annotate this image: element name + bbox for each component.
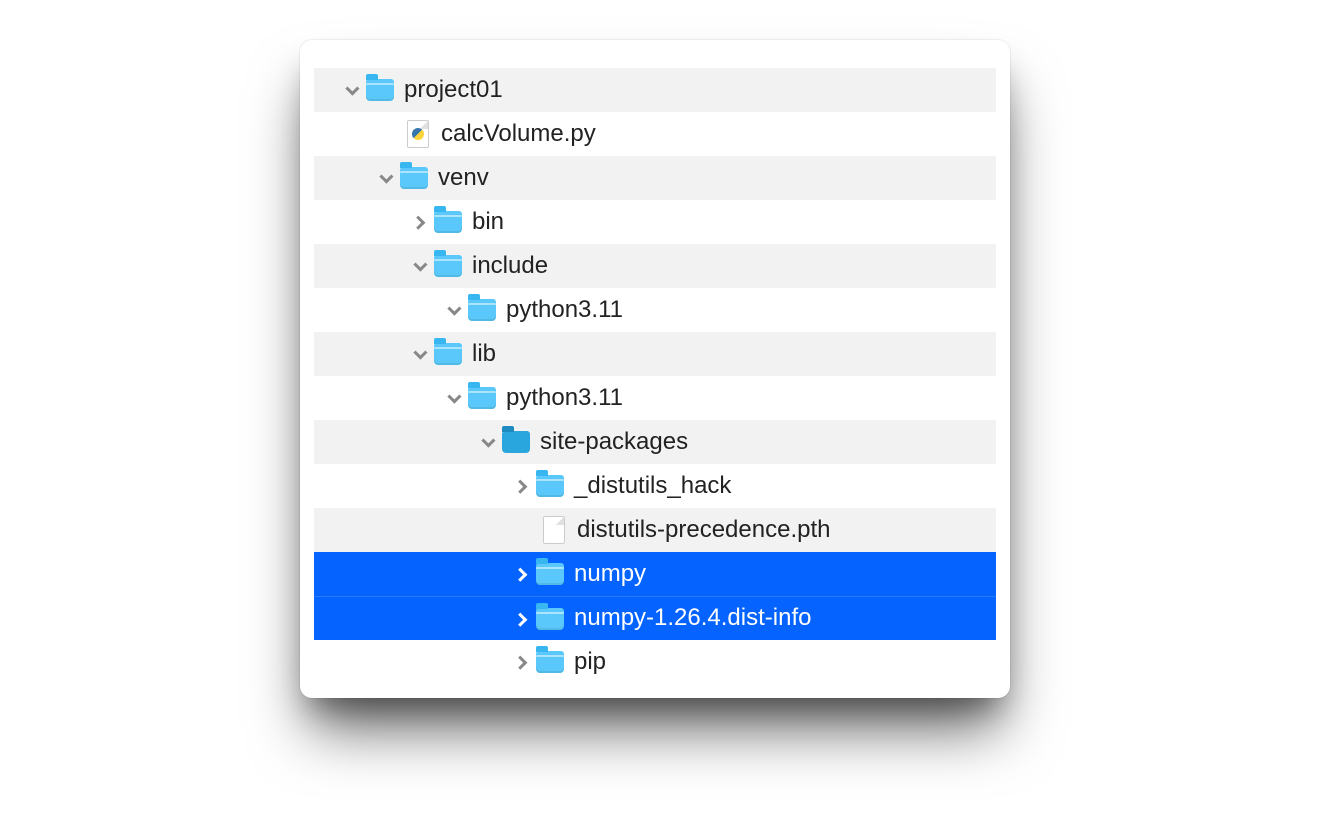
tree-node-label: venv xyxy=(438,164,489,193)
chevron-down-icon[interactable] xyxy=(447,390,461,404)
chevron-down-icon[interactable] xyxy=(413,258,427,272)
file-tree-panel: project01 calcVolume.py venv bin include pyth… xyxy=(300,40,1010,698)
chevron-down-icon[interactable] xyxy=(447,302,461,316)
tree-node-include-python311[interactable]: python3.11 xyxy=(314,288,996,332)
chevron-down-icon[interactable] xyxy=(345,82,359,96)
file-icon xyxy=(543,516,565,544)
tree-node-label: project01 xyxy=(404,76,503,105)
folder-icon xyxy=(536,651,564,673)
folder-icon xyxy=(366,79,394,101)
tree-node-distutils-precedence-pth[interactable]: distutils-precedence.pth xyxy=(314,508,996,552)
tree-node-label: python3.11 xyxy=(506,296,623,325)
tree-node-label: numpy xyxy=(574,560,646,589)
tree-node-label: _distutils_hack xyxy=(574,472,731,501)
folder-icon xyxy=(468,387,496,409)
tree-node-label: pip xyxy=(574,648,606,677)
tree-node-lib-python311[interactable]: python3.11 xyxy=(314,376,996,420)
tree-node-label: numpy-1.26.4.dist-info xyxy=(574,604,811,633)
tree-node-site-packages[interactable]: site-packages xyxy=(314,420,996,464)
file-tree: project01 calcVolume.py venv bin include pyth… xyxy=(314,68,996,684)
tree-node-bin[interactable]: bin xyxy=(314,200,996,244)
tree-node-label: bin xyxy=(472,208,504,237)
chevron-right-icon[interactable] xyxy=(513,568,527,582)
tree-node-lib[interactable]: lib xyxy=(314,332,996,376)
tree-node-label: lib xyxy=(472,340,496,369)
python-file-icon xyxy=(407,120,429,148)
tree-node-label: python3.11 xyxy=(506,384,623,413)
folder-icon xyxy=(536,475,564,497)
folder-icon xyxy=(400,167,428,189)
tree-node-calcvolume-py[interactable]: calcVolume.py xyxy=(314,112,996,156)
folder-icon xyxy=(434,255,462,277)
tree-node-numpy[interactable]: numpy xyxy=(314,552,996,596)
folder-icon xyxy=(468,299,496,321)
tree-node-pip[interactable]: pip xyxy=(314,640,996,684)
chevron-right-icon[interactable] xyxy=(513,656,527,670)
folder-icon xyxy=(434,343,462,365)
chevron-right-icon[interactable] xyxy=(513,480,527,494)
chevron-down-icon[interactable] xyxy=(379,170,393,184)
folder-icon xyxy=(536,563,564,585)
folder-icon xyxy=(502,431,530,453)
chevron-down-icon[interactable] xyxy=(481,434,495,448)
tree-node-distutils-hack[interactable]: _distutils_hack xyxy=(314,464,996,508)
tree-node-label: distutils-precedence.pth xyxy=(577,516,830,545)
tree-node-numpy-dist-info[interactable]: numpy-1.26.4.dist-info xyxy=(314,596,996,640)
tree-node-label: include xyxy=(472,252,548,281)
chevron-right-icon[interactable] xyxy=(513,612,527,626)
tree-node-label: calcVolume.py xyxy=(441,120,596,149)
tree-node-include[interactable]: include xyxy=(314,244,996,288)
tree-node-project01[interactable]: project01 xyxy=(314,68,996,112)
folder-icon xyxy=(536,608,564,630)
tree-node-label: site-packages xyxy=(540,428,688,457)
folder-icon xyxy=(434,211,462,233)
chevron-right-icon[interactable] xyxy=(411,216,425,230)
tree-node-venv[interactable]: venv xyxy=(314,156,996,200)
chevron-down-icon[interactable] xyxy=(413,346,427,360)
